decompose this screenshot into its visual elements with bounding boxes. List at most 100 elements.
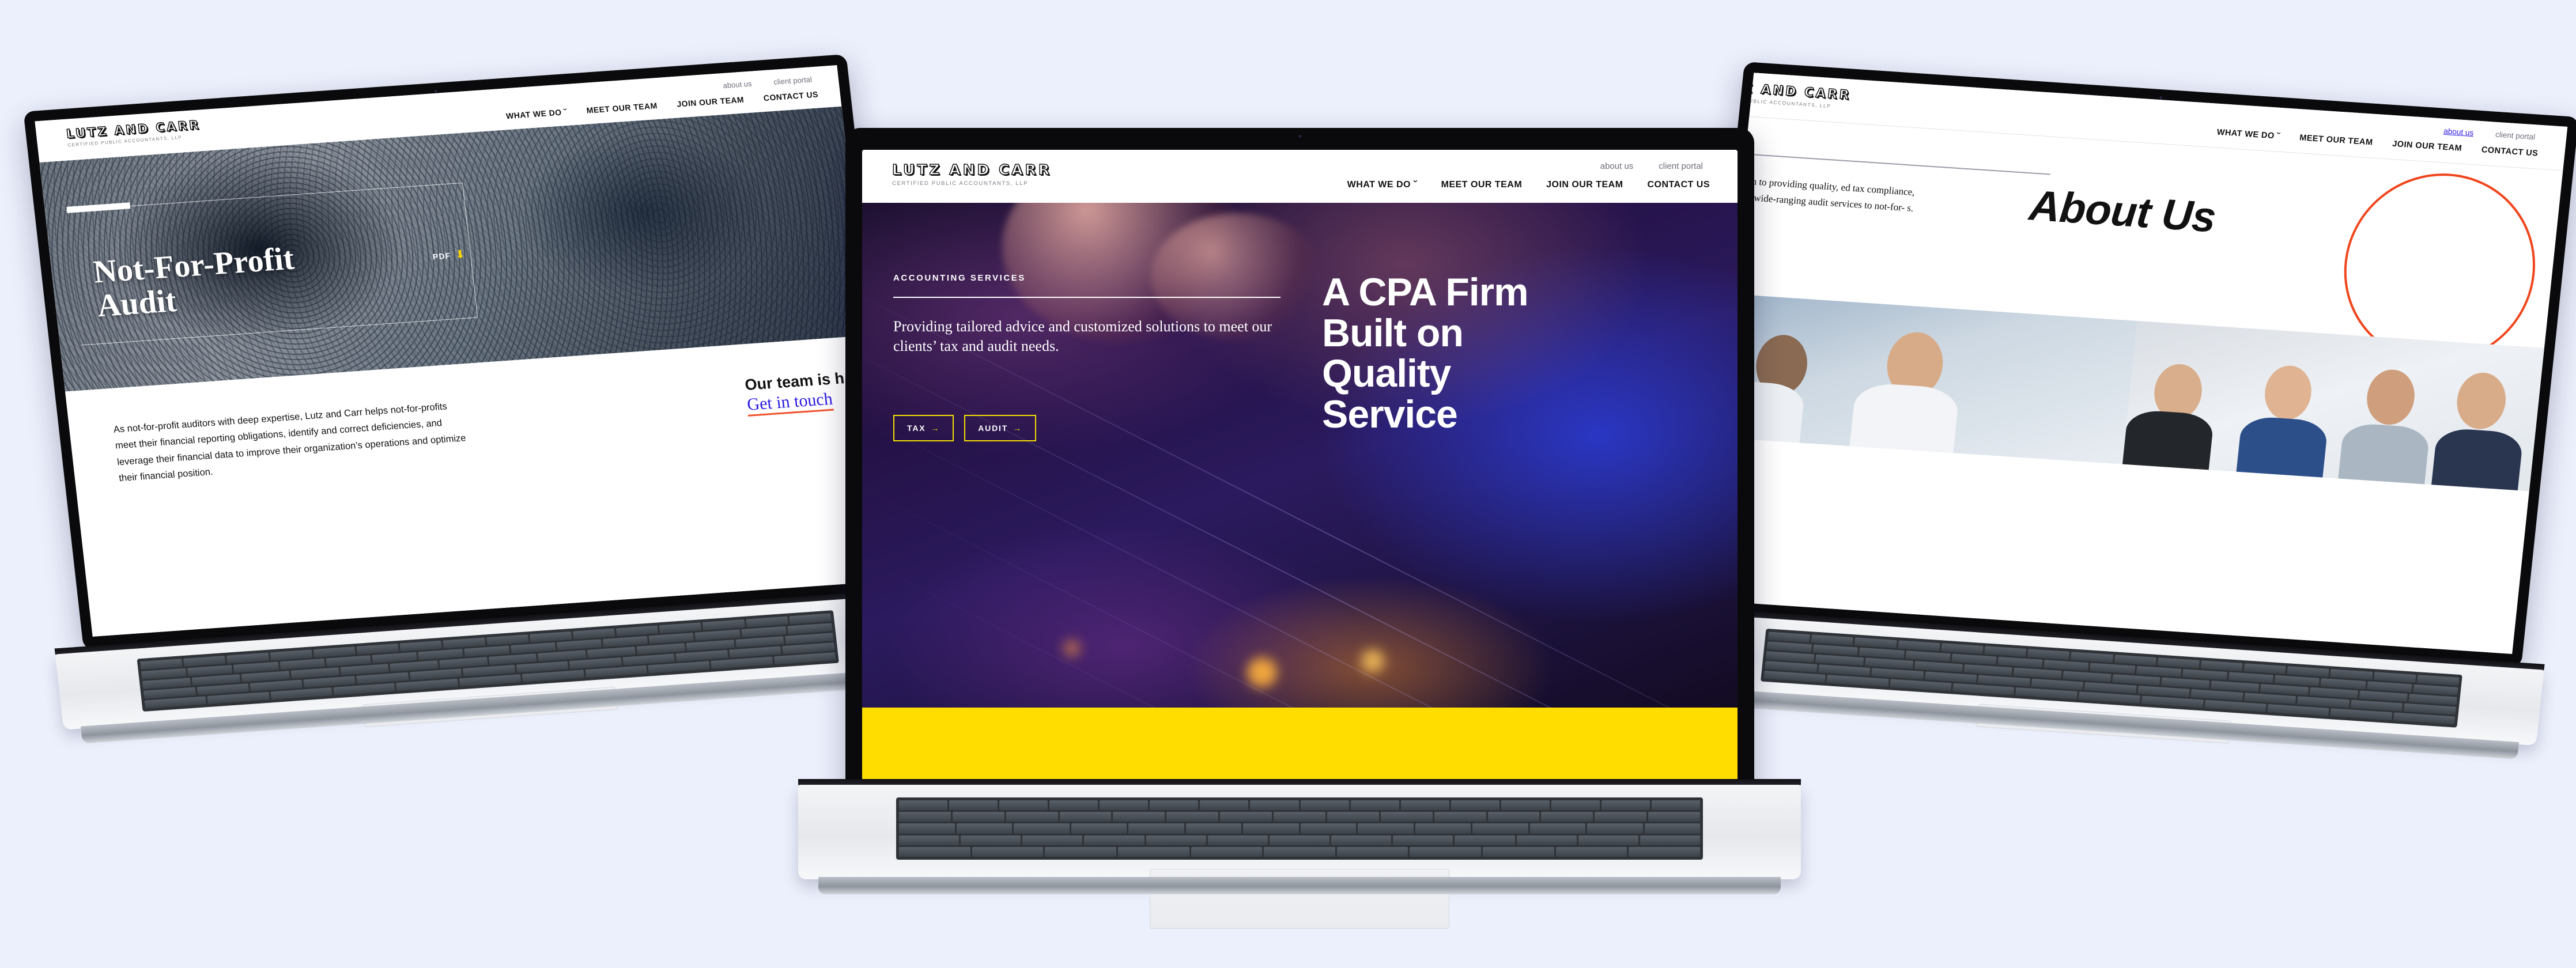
keyboard-key[interactable] [1380,812,1433,822]
keyboard-key[interactable] [1071,823,1127,834]
keyboard-key[interactable] [1859,647,1905,659]
keyboard-key[interactable] [602,636,648,648]
keyboard-key[interactable] [659,622,702,634]
center-logo[interactable]: LUTZ AND CARR CERTIFIED PUBLIC ACCOUNTAN… [892,161,1052,187]
keyboard-key[interactable] [356,643,399,655]
right-logo[interactable]: LUTZ AND CARR CERTIFIED PUBLIC ACCOUNTAN… [1709,79,1852,110]
keyboard-key[interactable] [1997,656,2043,668]
nav-item-contact-us[interactable]: CONTACT US [2481,145,2539,158]
nav-item-meet-our-team[interactable]: MEET OUR TEAM [1441,180,1522,190]
keyboard-key[interactable] [899,800,948,811]
keyboard-key[interactable] [1220,812,1272,822]
keyboard-key[interactable] [789,613,832,625]
keyboard-key[interactable] [226,652,269,664]
keyboard-key[interactable] [1595,812,1647,822]
keyboard-key[interactable] [1963,664,2012,676]
keyboard-key[interactable] [1897,640,1940,652]
keyboard-key[interactable] [1117,846,1189,857]
keyboard-key[interactable] [1578,835,1638,845]
keyboard-key[interactable] [1766,651,1815,663]
keyboard-key[interactable] [2274,675,2320,686]
keyboard-key[interactable] [399,640,443,652]
keyboard-key[interactable] [1905,651,1951,662]
keyboard-key[interactable] [2267,704,2329,716]
keyboard-key[interactable] [2114,655,2156,666]
keyboard-key[interactable] [1529,823,1585,834]
keyboard-key[interactable] [443,637,486,649]
keyboard-key[interactable] [899,835,960,845]
keyboard-key[interactable] [1006,812,1058,822]
keyboard-key[interactable] [2408,694,2457,705]
keyboard-key[interactable] [2161,677,2210,689]
keyboard-key[interactable] [2013,667,2062,679]
keyboard-key[interactable] [2078,691,2141,704]
keyboard-key[interactable] [1451,800,1499,811]
keyboard-key[interactable] [1763,670,1826,683]
keyboard-key[interactable] [952,812,1004,822]
nav-item-what-we-do[interactable]: WHAT WE DO ˇ [1347,180,1417,190]
keyboard-key[interactable] [1766,641,1812,653]
keyboard-key[interactable] [1243,823,1299,834]
keyboard-key[interactable] [2228,672,2274,683]
audit-button[interactable]: AUDIT → [964,415,1036,441]
keyboard-key[interactable] [1952,683,2015,695]
keyboard-key[interactable] [1889,679,1952,691]
nav-item-join-our-team[interactable]: JOIN OUR TEAM [677,95,745,109]
keyboard-key[interactable] [1207,835,1268,845]
keyboard-key[interactable] [2287,666,2330,677]
nav-item-meet-our-team[interactable]: MEET OUR TEAM [2299,133,2373,147]
keyboard-key[interactable] [2062,671,2112,682]
tax-button[interactable]: TAX → [893,415,954,441]
keyboard-key[interactable] [972,846,1044,857]
keyboard-key[interactable] [2044,660,2089,671]
keyboard-key[interactable] [2200,660,2243,671]
keyboard-key[interactable] [2330,669,2373,680]
keyboard-key[interactable] [1629,846,1700,857]
keyboard-key[interactable] [2136,666,2182,677]
nav-item-what-we-do[interactable]: WHAT WE DO ˇ [505,107,568,120]
keyboard-key[interactable] [1022,835,1083,845]
keyboard-key[interactable] [1264,846,1335,857]
keyboard-key[interactable] [1300,823,1356,834]
keyboard-key[interactable] [233,661,279,673]
keyboard-key[interactable] [372,652,417,664]
keyboard-key[interactable] [2413,684,2458,695]
keyboard-key[interactable] [486,634,529,646]
nav-item-join-our-team[interactable]: JOIN OUR TEAM [1546,180,1623,190]
left-cta-link[interactable]: Get in touch [746,389,834,417]
keyboard-key[interactable] [1049,800,1098,811]
keyboard-key[interactable] [1358,823,1414,834]
keyboard-key[interactable] [1984,646,2027,657]
keyboard-key[interactable] [326,655,371,667]
keyboard-key[interactable] [899,846,970,857]
keyboard-key[interactable] [183,655,226,667]
keyboard-key[interactable] [1434,812,1486,822]
keyboard-key[interactable] [1191,846,1263,857]
keyboard-key[interactable] [1472,823,1528,834]
keyboard-key[interactable] [999,800,1048,811]
keyboard-key[interactable] [694,629,741,641]
keyboard-key[interactable] [2141,695,2204,708]
keyboard-key[interactable] [556,639,602,651]
keyboard-key[interactable] [140,659,183,670]
keyboard-key[interactable] [2090,663,2135,674]
keyboard-key[interactable] [1455,835,1515,845]
keyboard-key[interactable] [1651,800,1700,811]
nav-item-contact-us[interactable]: CONTACT US [1648,180,1710,190]
keyboard-key[interactable] [1146,835,1206,845]
keyboard-key[interactable] [1350,800,1399,811]
keyboard-key[interactable] [1185,823,1241,834]
keyboard-key[interactable] [1648,812,1700,822]
keyboard-key[interactable] [1812,644,1859,656]
keyboard-key[interactable] [2366,681,2412,693]
keyboard-key[interactable] [1767,632,1811,643]
keyboard-key[interactable] [746,616,788,627]
keyboard-key[interactable] [270,649,312,661]
keyboard-key[interactable] [1200,800,1249,811]
keyboard-key[interactable] [2373,672,2416,683]
keyboard-key[interactable] [956,823,1012,834]
utility-link-client-portal[interactable]: client portal [773,75,812,86]
keyboard-key[interactable] [1516,835,1577,845]
keyboard-key[interactable] [615,625,659,637]
keyboard-key[interactable] [2330,708,2393,721]
